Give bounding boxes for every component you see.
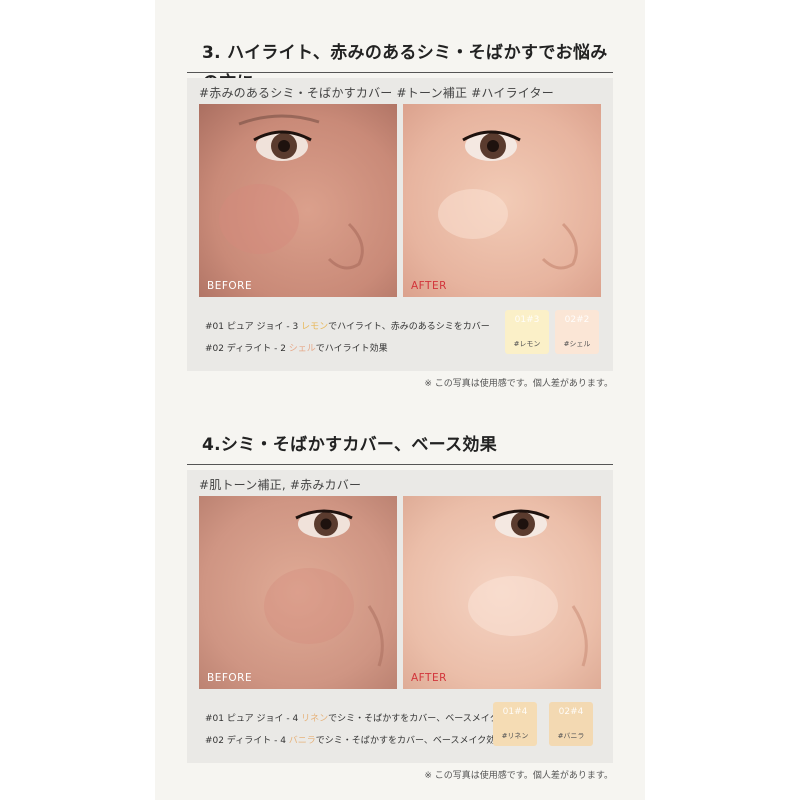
before-label: BEFORE xyxy=(207,672,253,684)
shade-chip-label: #レモン xyxy=(513,340,541,348)
product-name: #01 ピュア ジョイ - 4 xyxy=(205,714,302,724)
shade-chip-vanilla: 02#4 #バニラ xyxy=(549,702,593,746)
before-label: BEFORE xyxy=(207,280,253,292)
comparison-card: #赤みのあるシミ・そばかすカバー #トーン補正 #ハイライター BEFORE A… xyxy=(187,78,613,371)
section-highlight: 3. ハイライト、赤みのあるシミ・そばかすでお悩みの方に #赤みのあるシミ・そば… xyxy=(187,38,613,389)
shade-chip-label: #リネン xyxy=(501,732,529,740)
shade-chip-lemon: 01#3 #レモン xyxy=(505,310,549,354)
shade-name: レモン xyxy=(301,322,329,332)
shade-description-1: #01 ピュア ジョイ - 3 レモンでハイライト、赤みのあるシミをカバー xyxy=(205,319,490,332)
comparison-card: #肌トーン補正, #赤みカバー BEFORE AFTER #01 ピュア ジョイ… xyxy=(187,470,613,763)
shade-effect: でシミ・そばかすをカバー、ベースメイク効果 xyxy=(328,714,517,724)
shade-chip-label: #バニラ xyxy=(557,732,585,740)
shade-chip-linen: 01#4 #リネン xyxy=(493,702,537,746)
shade-description-1: #01 ピュア ジョイ - 4 リネンでシミ・そばかすをカバー、ベースメイク効果 xyxy=(205,711,517,724)
hashtag-line: #肌トーン補正, #赤みカバー xyxy=(199,478,362,492)
after-photo: AFTER xyxy=(403,496,601,689)
section-title: 4.シミ・そばかすカバー、ベース効果 xyxy=(202,435,498,455)
shade-name: リネン xyxy=(301,714,329,724)
shade-code: 02#4 xyxy=(558,707,584,717)
shade-chip-label: #シェル xyxy=(563,340,591,348)
product-name: #01 ピュア ジョイ - 3 xyxy=(205,322,302,332)
product-name: #02 ディライト - 4 xyxy=(205,736,289,746)
shade-effect: でハイライト、赤みのあるシミをカバー xyxy=(328,322,490,332)
shade-description-2: #02 ディライト - 4 バニラでシミ・そばかすをカバー、ベースメイク効果 xyxy=(205,733,504,746)
shade-effect: でハイライト効果 xyxy=(315,344,388,354)
shade-effect: でシミ・そばかすをカバー、ベースメイク効果 xyxy=(315,736,505,746)
shade-chip-shell: 02#2 #シェル xyxy=(555,310,599,354)
shade-name: シェル xyxy=(288,344,316,354)
disclaimer-note: ※ この写真は使用感です。個人差があります。 xyxy=(424,771,613,781)
shade-code: 01#4 xyxy=(502,707,528,717)
before-photo: BEFORE xyxy=(199,104,397,297)
shade-description-2: #02 ディライト - 2 シェルでハイライト効果 xyxy=(205,341,388,354)
after-label: AFTER xyxy=(411,280,447,292)
title-divider xyxy=(187,464,613,465)
section-base-effect: 4.シミ・そばかすカバー、ベース効果 #肌トーン補正, #赤みカバー BEFOR… xyxy=(187,430,613,781)
disclaimer-note: ※ この写真は使用感です。個人差があります。 xyxy=(424,379,613,389)
section-title: 3. ハイライト、赤みのあるシミ・そばかすでお悩みの方に xyxy=(202,43,608,93)
after-label: AFTER xyxy=(411,672,447,684)
after-photo: AFTER xyxy=(403,104,601,297)
product-name: #02 ディライト - 2 xyxy=(205,344,289,354)
shade-name: バニラ xyxy=(288,736,316,746)
hashtag-line: #赤みのあるシミ・そばかすカバー #トーン補正 #ハイライター xyxy=(199,86,554,100)
before-photo: BEFORE xyxy=(199,496,397,689)
shade-code: 02#2 xyxy=(564,315,590,325)
shade-code: 01#3 xyxy=(514,315,540,325)
